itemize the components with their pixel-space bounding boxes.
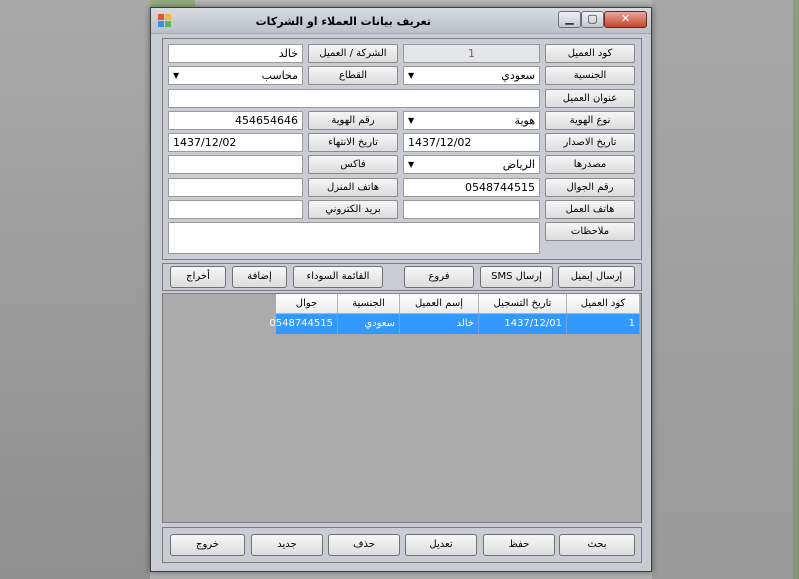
exit-button[interactable]: خروج	[170, 534, 245, 556]
chevron-down-icon: ▼	[408, 71, 415, 80]
id-type-value: هوية	[514, 114, 535, 127]
desktop-background-left	[0, 0, 150, 579]
client-area: كود العميل 1 الشركة / العميل خالد الجنسي…	[157, 38, 645, 568]
add-button[interactable]: إضافة	[232, 266, 287, 288]
close-button[interactable]: ✕	[604, 11, 647, 28]
company-customer-label: الشركة / العميل	[308, 44, 398, 63]
notes-field[interactable]	[168, 222, 540, 254]
send-sms-button[interactable]: إرسال SMS	[480, 266, 553, 288]
bottom-bar-panel: بحث حفظ تعديل حذف جديد خروج	[162, 527, 642, 563]
grid-cell-customer-code[interactable]: 1	[567, 314, 640, 334]
customers-grid-panel: كود العميل تاريخ التسجيل إسم العميل الجن…	[162, 293, 642, 523]
table-row[interactable]: 1 1437/12/01 خالد سعودي 0548744515	[269, 314, 641, 334]
grid-header-customer-code[interactable]: كود العميل	[567, 294, 640, 314]
window-title: تعريف بيانات العملاء او الشركات	[255, 15, 431, 28]
minimize-button[interactable]: ▁	[558, 11, 581, 28]
branches-button[interactable]: فروع	[404, 266, 474, 288]
nationality-select[interactable]: سعودي ▼	[403, 66, 540, 85]
search-button[interactable]: بحث	[559, 534, 635, 556]
id-number-field[interactable]: 454654646	[168, 111, 303, 130]
id-type-select[interactable]: هوية ▼	[403, 111, 540, 130]
grid-cell-mobile[interactable]: 0548744515	[269, 314, 338, 334]
title-bar[interactable]: تعريف بيانات العملاء او الشركات ▁ ▢ ✕	[151, 8, 651, 34]
delete-button[interactable]: حذف	[328, 534, 400, 556]
work-phone-field[interactable]	[403, 200, 540, 219]
email-label: بريد الكتروني	[308, 200, 398, 219]
maximize-button[interactable]: ▢	[581, 11, 604, 28]
edit-button[interactable]: تعديل	[405, 534, 477, 556]
nationality-value: سعودي	[501, 69, 535, 82]
nationality-label: الجنسية	[545, 66, 635, 85]
blacklist-button[interactable]: القائمة السوداء	[293, 266, 383, 288]
email-field[interactable]	[168, 200, 303, 219]
home-phone-field[interactable]	[168, 178, 303, 197]
chevron-down-icon: ▼	[173, 71, 180, 80]
grid-header-customer-name[interactable]: إسم العميل	[400, 294, 479, 314]
customers-grid[interactable]: كود العميل تاريخ التسجيل إسم العميل الجن…	[269, 294, 641, 334]
notes-label: ملاحظات	[545, 222, 635, 241]
grid-cell-registration-date[interactable]: 1437/12/01	[479, 314, 567, 334]
grid-cell-nationality[interactable]: سعودي	[338, 314, 400, 334]
grid-cell-customer-name[interactable]: خالد	[400, 314, 479, 334]
grid-header-nationality[interactable]: الجنسية	[338, 294, 400, 314]
home-phone-label: هاتف المنزل	[308, 178, 398, 197]
id-number-label: رقم الهوية	[308, 111, 398, 130]
action-bar-panel: إرسال إيميل إرسال SMS فروع القائمة السود…	[162, 263, 642, 291]
customer-address-label: عنوان العميل	[545, 89, 635, 108]
chevron-down-icon: ▼	[408, 160, 415, 169]
customer-code-label: كود العميل	[545, 44, 635, 63]
fax-field[interactable]	[168, 155, 303, 174]
expiry-date-field[interactable]: 1437/12/02	[168, 133, 303, 152]
app-icon[interactable]	[158, 14, 172, 28]
customer-form-panel: كود العميل 1 الشركة / العميل خالد الجنسي…	[162, 38, 642, 260]
maximize-icon: ▢	[587, 12, 598, 25]
sector-label: القطاع	[308, 66, 398, 85]
company-customer-field[interactable]: خالد	[168, 44, 303, 63]
source-label: مصدرها	[545, 155, 635, 174]
close-icon: ✕	[620, 12, 631, 25]
fax-label: فاكس	[308, 155, 398, 174]
customer-definition-window: تعريف بيانات العملاء او الشركات ▁ ▢ ✕ كو…	[150, 7, 652, 572]
minimize-icon: ▁	[565, 12, 574, 25]
source-select[interactable]: الرياض ▼	[403, 155, 540, 174]
output-button[interactable]: أخراج	[170, 266, 226, 288]
grid-header-registration-date[interactable]: تاريخ التسجيل	[479, 294, 567, 314]
issue-date-field[interactable]: 1437/12/02	[403, 133, 540, 152]
work-phone-label: هاتف العمل	[545, 200, 635, 219]
mobile-field[interactable]: 0548744515	[403, 178, 540, 197]
chevron-down-icon: ▼	[408, 116, 415, 125]
save-button[interactable]: حفظ	[483, 534, 555, 556]
expiry-date-label: تاريخ الانتهاء	[308, 133, 398, 152]
sector-value: محاسب	[261, 69, 298, 82]
issue-date-label: تاريخ الاصدار	[545, 133, 635, 152]
customer-code-field: 1	[403, 44, 540, 63]
customer-address-field[interactable]	[168, 89, 540, 108]
sector-select[interactable]: محاسب ▼	[168, 66, 303, 85]
mobile-label: رقم الجوال	[545, 178, 635, 197]
grid-header-mobile[interactable]: جوال	[276, 294, 338, 314]
send-email-button[interactable]: إرسال إيميل	[558, 266, 635, 288]
desktop-edge-decoration	[793, 0, 799, 579]
desktop-background-right	[652, 0, 799, 579]
new-button[interactable]: جديد	[251, 534, 323, 556]
id-type-label: نوع الهوية	[545, 111, 635, 130]
grid-header-row: كود العميل تاريخ التسجيل إسم العميل الجن…	[276, 294, 641, 314]
source-value: الرياض	[502, 158, 535, 171]
